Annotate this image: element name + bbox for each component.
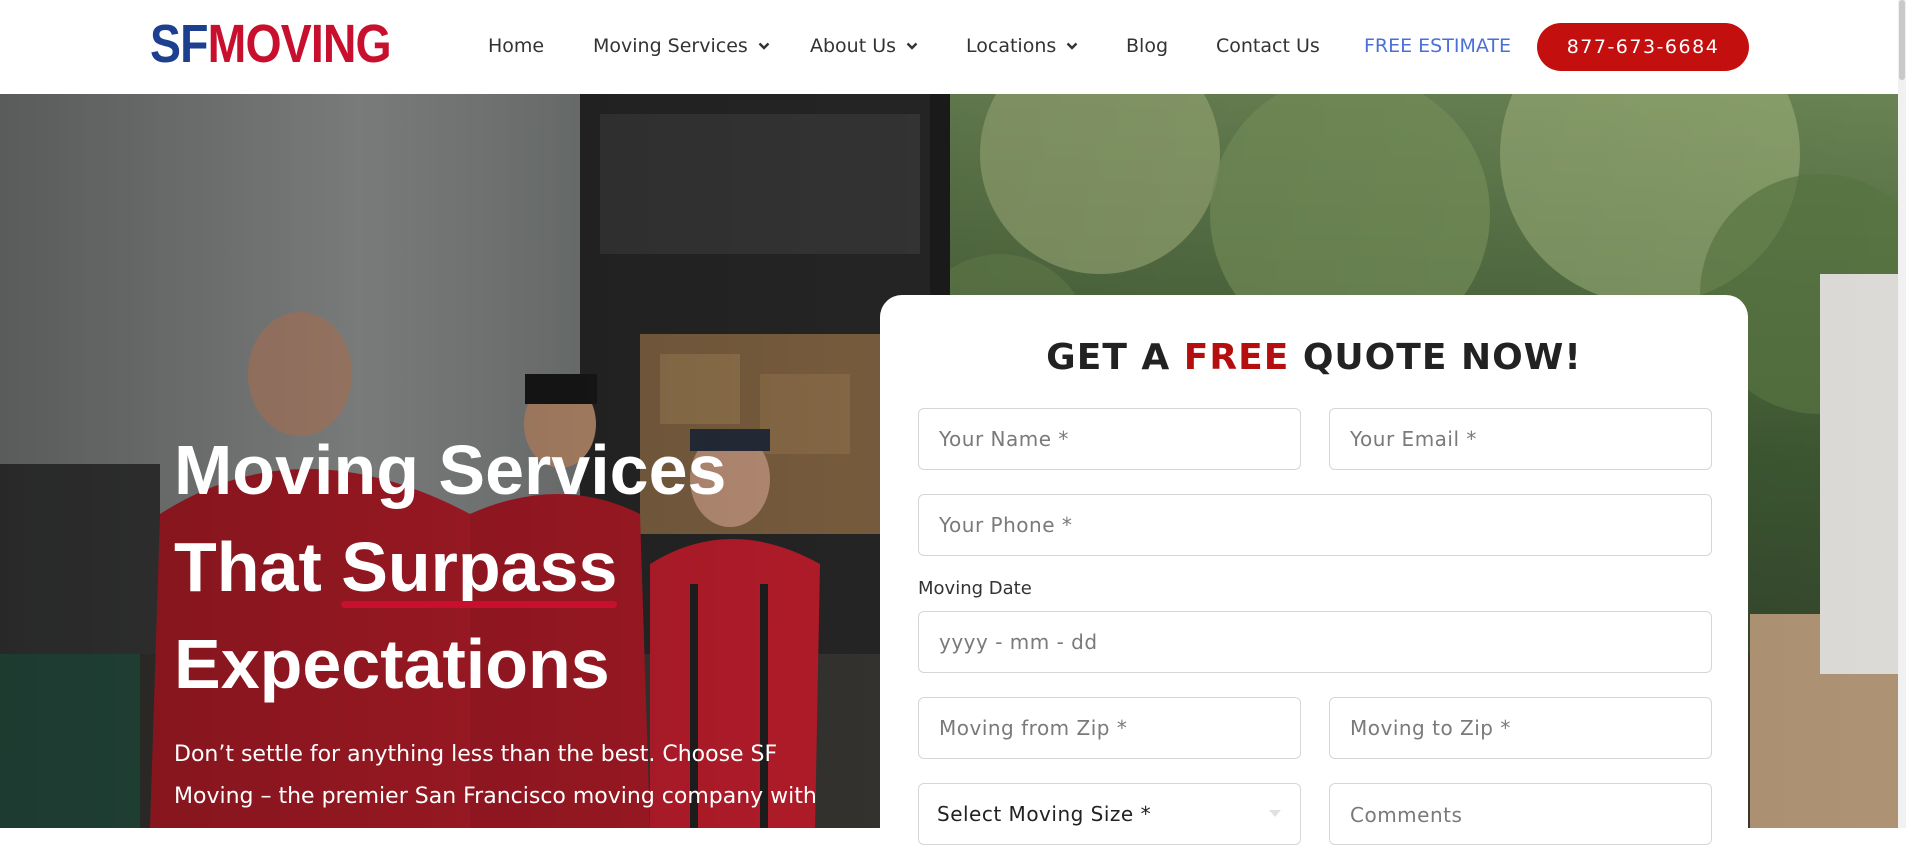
nav-about-us[interactable]: About Us xyxy=(810,26,918,66)
moving-size-select[interactable]: Select Moving Size * xyxy=(918,783,1301,845)
moving-from-zip-field[interactable] xyxy=(918,697,1301,759)
quote-form-title: GET A FREE QUOTE NOW! xyxy=(880,337,1748,378)
moving-date-field[interactable] xyxy=(918,611,1712,673)
nav-moving-services-label: Moving Services xyxy=(593,35,748,57)
nav-home[interactable]: Home xyxy=(488,26,544,66)
phone-call-button[interactable]: 877-673-6684 xyxy=(1537,23,1749,71)
quote-title-pre: GET A xyxy=(1046,337,1184,378)
logo-moving-text: MOVING xyxy=(207,14,392,74)
nav-locations-label: Locations xyxy=(966,35,1057,57)
nav-about-us-label: About Us xyxy=(810,35,897,57)
hero-heading-underlined: Surpass xyxy=(341,519,618,616)
quote-title-post: QUOTE NOW! xyxy=(1289,337,1582,378)
hero-heading-line3: Expectations xyxy=(174,625,610,703)
moving-from-zip-input[interactable] xyxy=(937,715,1282,741)
hero-heading: Moving Services That Surpass Expectation… xyxy=(174,422,794,713)
nav-home-label: Home xyxy=(488,35,545,57)
site-logo[interactable]: SF MOVING xyxy=(150,14,392,74)
phone-field[interactable] xyxy=(918,494,1712,556)
email-input[interactable] xyxy=(1348,426,1693,452)
hero-heading-line2a: That xyxy=(174,528,342,606)
hero-description: Don’t settle for anything less than the … xyxy=(174,742,817,809)
moving-date-input[interactable] xyxy=(937,629,1693,655)
chevron-down-icon xyxy=(1066,42,1078,50)
hero-heading-line1: Moving Services xyxy=(174,431,727,509)
nav-blog[interactable]: Blog xyxy=(1126,26,1168,66)
moving-to-zip-field[interactable] xyxy=(1329,697,1712,759)
nav-contact-us[interactable]: Contact Us xyxy=(1216,26,1320,66)
chevron-down-icon xyxy=(906,42,918,50)
name-field[interactable] xyxy=(918,408,1301,470)
logo-sf-text: SF xyxy=(150,14,208,74)
nav-contact-us-label: Contact Us xyxy=(1216,35,1320,57)
moving-to-zip-input[interactable] xyxy=(1348,715,1693,741)
nav-moving-services[interactable]: Moving Services xyxy=(593,26,770,66)
moving-size-select-value: Select Moving Size * xyxy=(937,802,1152,826)
quote-form-card: GET A FREE QUOTE NOW! Moving Date Select… xyxy=(880,295,1748,855)
chevron-down-icon xyxy=(758,42,770,50)
nav-free-estimate[interactable]: FREE ESTIMATE xyxy=(1364,26,1511,66)
email-field[interactable] xyxy=(1329,408,1712,470)
moving-date-label: Moving Date xyxy=(918,578,1032,599)
nav-blog-label: Blog xyxy=(1126,35,1168,57)
select-caret-icon xyxy=(1269,810,1281,817)
scrollbar-thumb[interactable] xyxy=(1899,0,1905,80)
nav-free-estimate-label: FREE ESTIMATE xyxy=(1364,35,1511,57)
quote-title-free: FREE xyxy=(1183,337,1290,378)
phone-input[interactable] xyxy=(937,512,1693,538)
comments-input[interactable] xyxy=(1348,802,1693,828)
nav-locations[interactable]: Locations xyxy=(966,26,1078,66)
comments-field[interactable] xyxy=(1329,783,1712,845)
site-header: SF MOVING Home Moving Services About Us L… xyxy=(0,0,1906,94)
name-input[interactable] xyxy=(937,426,1282,452)
page-scrollbar[interactable] xyxy=(1898,0,1906,828)
